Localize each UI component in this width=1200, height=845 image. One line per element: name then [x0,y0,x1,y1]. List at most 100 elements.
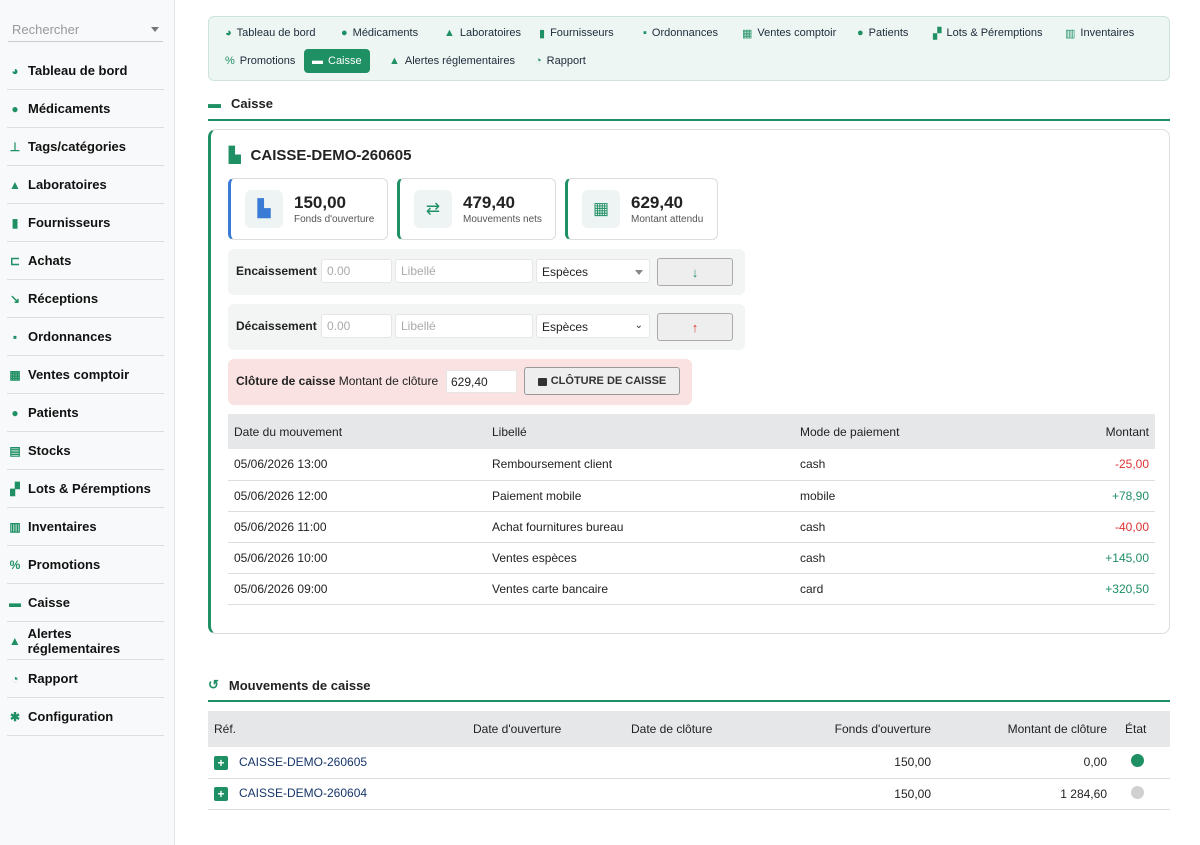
cash-register-icon: ▙ [245,190,283,228]
sidebar-item-laboratoires[interactable]: ▲ Laboratoires [7,166,164,204]
decaissement-form: Décaissement 0.00 Libellé Espèces ⌄ ↑ [228,304,745,350]
gauge-icon: ◕ [225,27,232,39]
tab-fournisseurs[interactable]: ▮ Fournisseurs [531,21,622,45]
expand-plus-icon[interactable]: + [214,755,228,770]
sidebar-item-achats[interactable]: ⊏ Achats [7,242,164,280]
sidebar-item-ventes-comptoir[interactable]: ▦ Ventes comptoir [7,356,164,394]
sidebar-item-inventaires[interactable]: ▥ Inventaires [7,508,164,546]
history-icon: ↺ [208,677,219,692]
sidebar-item-label: Patients [28,405,79,420]
row-montant-cloture: 0,00 [943,747,1119,779]
row-mode: cash [794,511,1031,543]
row-date-ouverture [467,747,625,779]
tab-lots-péremptions[interactable]: ▞ Lots & Péremptions [925,21,1050,45]
col-date-ouverture[interactable]: Date d'ouverture [467,711,625,747]
sidebar-item-rapport[interactable]: ◔ Rapport [7,660,164,698]
search-select[interactable]: Rechercher [8,18,163,42]
encaissement-amount-input[interactable]: 0.00 [321,259,392,283]
sidebar-item-stocks[interactable]: ▤ Stocks [7,432,164,470]
clipboard-list-icon: ▥ [1065,27,1076,40]
encaissement-mode-select[interactable]: Espèces [536,259,650,283]
tab-label: Médicaments [352,27,419,39]
search-placeholder: Rechercher [12,22,80,37]
tab-patients[interactable]: ● Patients [849,21,916,45]
tab-label: Inventaires [1080,27,1135,39]
sidebar-item-label: Rapport [28,671,78,686]
sidebar-item-alertes-réglementaires[interactable]: ▲ Alertes réglementaires [7,622,164,660]
chevron-down-icon: ⌄ [634,320,643,331]
col-etat[interactable]: État [1119,711,1170,747]
expand-plus-icon[interactable]: + [214,786,228,801]
session-ref-link[interactable]: CAISSE-DEMO-260605 [239,755,367,769]
row-mode: cash [794,542,1031,574]
cloture-button[interactable]: CLÔTURE DE CAISSE [524,367,680,395]
row-date: 05/06/2026 12:00 [228,480,486,512]
user-injured-icon: ● [11,405,19,420]
tab-tableau-de-bord[interactable]: ◕ Tableau de bord [217,21,324,45]
col-ref[interactable]: Réf. [208,711,467,747]
table-row: 05/06/2026 11:00 Achat fournitures bureau… [228,511,1155,543]
table-row: 05/06/2026 12:00 Paiement mobile mobile +78… [228,480,1155,512]
col-montant-cloture[interactable]: Montant de clôture [943,711,1119,747]
sidebar-item-lots-péremptions[interactable]: ▞ Lots & Péremptions [7,470,164,508]
cloture-amount-input[interactable]: 629,40 [446,370,517,393]
tab-laboratoires[interactable]: ▲ Laboratoires [436,21,529,45]
stat-value: 150,00 [294,193,346,212]
tab-label: Alertes réglementaires [404,55,515,67]
sidebar-item-ordonnances[interactable]: ▪ Ordonnances [7,318,164,356]
sidebar-item-médicaments[interactable]: ● Médicaments [7,90,164,128]
caisse-card: ▙ CAISSE-DEMO-260605 ▙ 150,00 Fonds d'ouve… [208,129,1170,634]
warning-icon: ▲ [8,633,21,648]
encaissement-submit-button[interactable]: ↓ [657,258,733,286]
col-libelle[interactable]: Libellé [486,414,794,449]
sidebar-item-promotions[interactable]: % Promotions [7,546,164,584]
prescription-icon: ▪ [12,329,18,344]
tab-rapport[interactable]: ◔ Rapport [527,49,594,73]
arrow-up-icon: ↑ [691,319,699,335]
row-date: 05/06/2026 11:00 [228,511,486,543]
col-mode[interactable]: Mode de paiement [794,414,1031,449]
sidebar-item-tags-catégories[interactable]: ⊥ Tags/catégories [7,128,164,166]
encaissement-label: Encaissement [236,264,317,278]
col-montant[interactable]: Montant [1030,414,1155,449]
warning-icon: ▲ [389,55,400,67]
tab-ordonnances[interactable]: ▪ Ordonnances [635,21,726,45]
warehouse-icon: ▤ [9,443,21,458]
tab-label: Promotions [239,55,296,67]
caret-down-icon[interactable] [151,27,159,32]
col-fonds[interactable]: Fonds d'ouverture [780,711,943,747]
col-date-cloture[interactable]: Date de clôture [625,711,780,747]
row-montant: -40,00 [1030,511,1155,543]
tab-promotions[interactable]: % Promotions [217,49,303,73]
sidebar-item-réceptions[interactable]: ↘ Réceptions [7,280,164,318]
row-mode: mobile [794,480,1031,512]
sidebar-item-fournisseurs[interactable]: ▮ Fournisseurs [7,204,164,242]
encaissement-libelle-input[interactable]: Libellé [395,259,533,283]
stat-value: 629,40 [631,193,683,212]
tab-label: Rapport [546,55,586,67]
session-ref-link[interactable]: CAISSE-DEMO-260604 [239,786,367,800]
row-mode: cash [794,449,1031,481]
decaissement-label: Décaissement [236,319,317,333]
tab-caisse[interactable]: ▬ Caisse [304,49,370,73]
sidebar-item-tableau-de-bord[interactable]: ◕ Tableau de bord [7,52,164,90]
decaissement-amount-input[interactable]: 0.00 [321,314,392,338]
cloture-button-label: CLÔTURE DE CAISSE [550,375,667,387]
sidebar-item-patients[interactable]: ● Patients [7,394,164,432]
sidebar-item-configuration[interactable]: ✱ Configuration [7,698,164,736]
sidebar-item-label: Ordonnances [28,329,112,344]
tab-inventaires[interactable]: ▥ Inventaires [1057,21,1142,45]
decaissement-submit-button[interactable]: ↑ [657,313,733,341]
cash-register-icon: ▦ [742,27,753,40]
pills-icon: ● [341,27,348,39]
sidebar-item-caisse[interactable]: ▬ Caisse [7,584,164,622]
tab-alertes-réglementaires[interactable]: ▲ Alertes réglementaires [381,49,523,73]
decaissement-mode-select[interactable]: Espèces ⌄ [536,314,650,338]
caret-down-icon [635,270,643,275]
table-row: 05/06/2026 10:00 Ventes espèces cash +145,0… [228,542,1155,574]
tab-médicaments[interactable]: ● Médicaments [333,21,426,45]
decaissement-libelle-input[interactable]: Libellé [395,314,533,338]
tab-ventes-comptoir[interactable]: ▦ Ventes comptoir [734,21,844,45]
col-date[interactable]: Date du mouvement [228,414,486,449]
cloture-title: Clôture de caisse [236,374,336,388]
